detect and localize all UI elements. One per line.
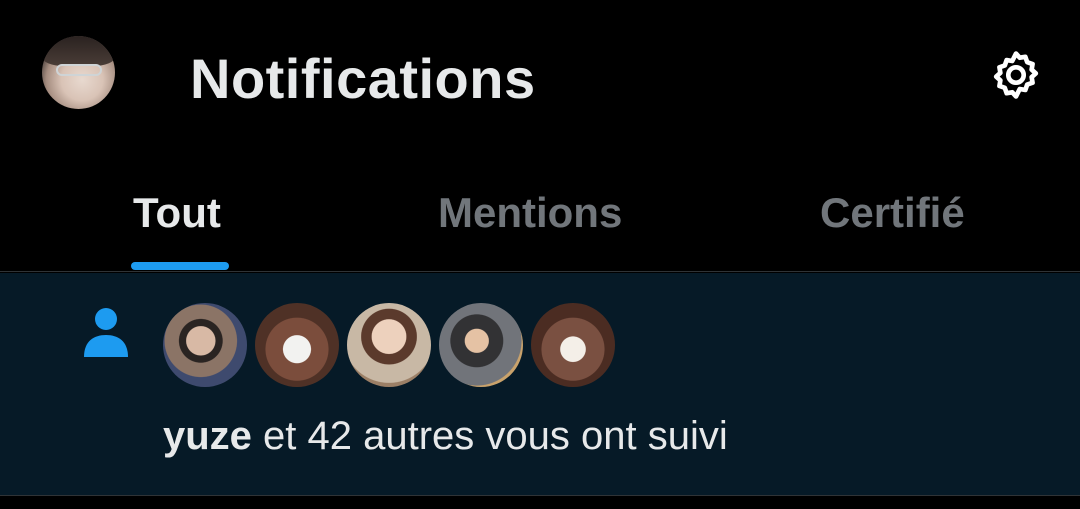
follower-avatar[interactable]: [531, 303, 615, 387]
avatar-glasses: [56, 64, 102, 76]
follower-avatar[interactable]: [255, 303, 339, 387]
follower-username[interactable]: yuze: [163, 414, 252, 458]
settings-button[interactable]: [986, 45, 1046, 105]
person-icon: [84, 308, 128, 357]
page-title: Notifications: [190, 47, 536, 110]
tab-mentions[interactable]: Mentions: [438, 188, 622, 238]
tab-all[interactable]: Tout: [133, 188, 221, 238]
profile-avatar[interactable]: [42, 36, 115, 109]
follow-notification[interactable]: yuze et 42 autres vous ont suivi: [0, 273, 1080, 496]
tab-verified[interactable]: Certifié: [820, 188, 965, 238]
active-tab-indicator: [131, 262, 229, 270]
follower-avatar[interactable]: [347, 303, 431, 387]
top-bar: Notifications: [0, 0, 1080, 150]
notification-message: et 42 autres vous ont suivi: [251, 414, 728, 458]
gear-icon: [993, 51, 1039, 99]
follower-avatar[interactable]: [439, 303, 523, 387]
avatar-hair: [42, 36, 115, 66]
follower-avatar[interactable]: [163, 303, 247, 387]
notification-tabs: Tout Mentions Certifié: [0, 150, 1080, 272]
notification-text: yuze et 42 autres vous ont suivi: [163, 411, 728, 461]
